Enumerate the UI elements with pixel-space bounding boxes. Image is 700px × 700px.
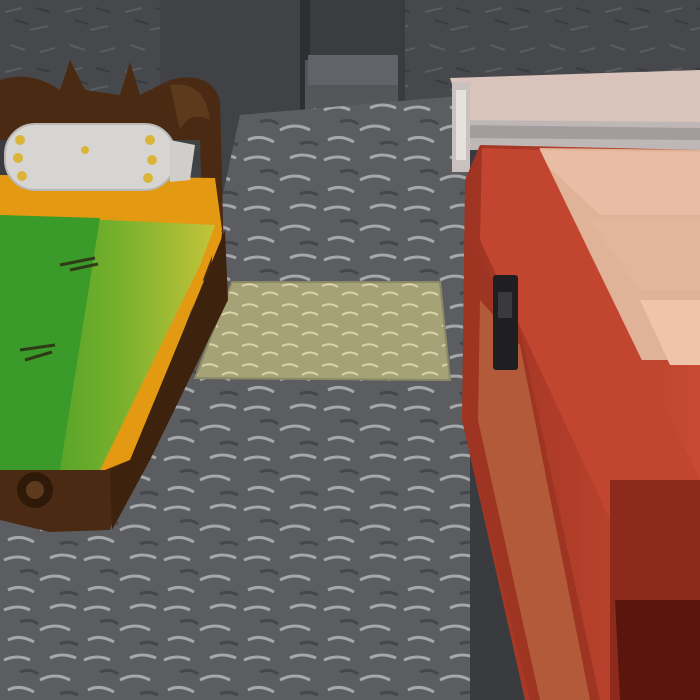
pillow[interactable] [4,123,195,191]
chest-latch-icon[interactable] [493,275,518,370]
chest[interactable] [462,145,700,700]
scene-canvas [0,0,700,700]
game-viewport[interactable] [0,0,700,700]
rug[interactable] [193,281,452,382]
